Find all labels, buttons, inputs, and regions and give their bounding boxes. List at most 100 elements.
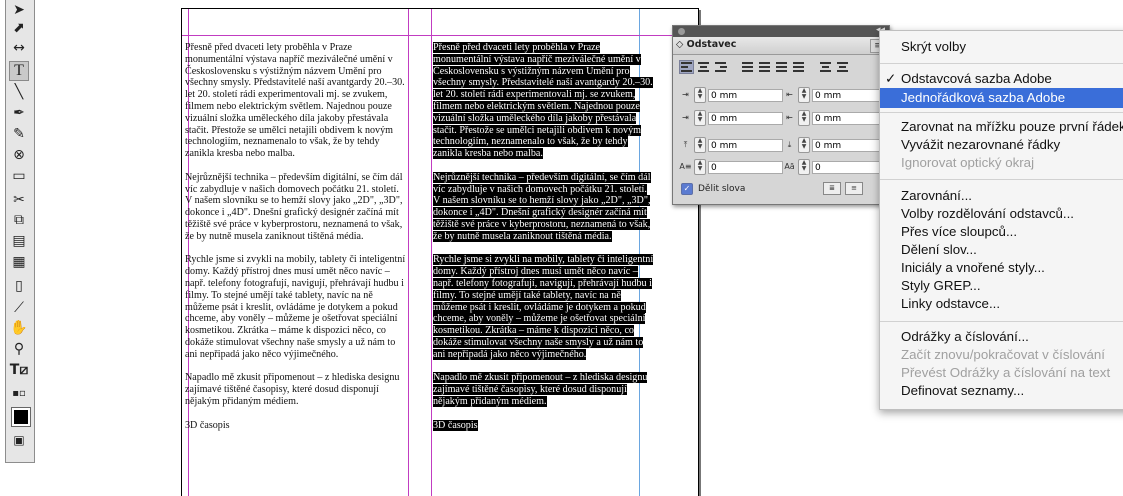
- subhead: 3D časopis: [185, 419, 230, 431]
- rectangle-tool-icon[interactable]: ▭: [9, 166, 29, 186]
- gradient-feather-tool-icon[interactable]: ▦: [9, 252, 29, 272]
- drop-cap-chars-field[interactable]: 0: [812, 160, 887, 174]
- tools-panel: ➤ ⬈ ↔ T ╲ ✒ ✎ ⊗ ▭ ✂ ⧉ ▤ ▦ ▯ ⟋ ✋ ⚲ T⧄ ▪▫ …: [0, 0, 36, 493]
- space-after-field[interactable]: 0 mm: [812, 138, 887, 152]
- eyedropper-tool-icon[interactable]: ⟋: [9, 298, 29, 318]
- menu-item-single-line-composer[interactable]: Jednořádková sazba Adobe: [880, 88, 1123, 108]
- panel-titlebar[interactable]: ◂◂: [673, 25, 889, 37]
- align-grid-icon[interactable]: ≡: [845, 182, 863, 195]
- scissors-tool-icon[interactable]: ✂: [9, 190, 29, 210]
- gradient-swatch-tool-icon[interactable]: ▤: [9, 231, 29, 251]
- apply-color-icon[interactable]: ▪▫: [9, 384, 29, 404]
- last-line-indent-control: ⇤ ▲ ▼ 0 mm: [783, 110, 887, 126]
- free-transform-tool-icon[interactable]: ⧉: [9, 210, 29, 230]
- align-right-icon[interactable]: [713, 60, 728, 74]
- space-after-icon: ⤓: [787, 140, 792, 149]
- last-line-indent-icon: ⇤: [786, 113, 793, 122]
- stepper[interactable]: ▲ ▼: [694, 137, 706, 153]
- align-left-icon[interactable]: [679, 60, 694, 74]
- menu-item-label: Převést Odrážky a číslování na text: [901, 365, 1111, 380]
- space-before-field[interactable]: 0 mm: [708, 138, 783, 152]
- stepper[interactable]: ▲ ▼: [798, 159, 810, 175]
- menu-item-balance-ragged[interactable]: Vyvážit nezarovnané řádky: [880, 135, 1123, 155]
- menu-item-label: Odstavcová sazba Adobe: [901, 71, 1052, 86]
- menu-item-label: Zarovnání...: [901, 188, 972, 203]
- last-line-indent-field[interactable]: 0 mm: [812, 111, 887, 125]
- menu-item-bullets-numbering[interactable]: Odrážky a číslování...: [880, 327, 1123, 347]
- pen-tool-icon[interactable]: ✒: [9, 103, 29, 123]
- first-line-indent-field[interactable]: 0 mm: [708, 111, 783, 125]
- menu-item-label: Vyvážit nezarovnané řádky: [901, 137, 1061, 152]
- menu-item-define-lists[interactable]: Definovat seznamy...: [880, 381, 1123, 401]
- align-away-spine-icon[interactable]: [835, 60, 850, 74]
- menu-item-span-columns[interactable]: Přes více sloupců...: [880, 222, 1123, 242]
- document-page: Přesně před dvaceti lety proběhla v Praz…: [181, 8, 699, 496]
- first-line-indent-control: ⇥ ▲ ▼ 0 mm: [679, 110, 783, 126]
- hand-tool-icon[interactable]: ✋: [9, 318, 29, 338]
- gap-tool-icon[interactable]: ↔: [9, 38, 29, 58]
- menu-item-label: Začít znovu/pokračovat v číslování: [901, 347, 1105, 362]
- drop-cap-chars-icon: Aā: [784, 162, 795, 171]
- hyphenate-checkbox[interactable]: ✓: [681, 183, 693, 195]
- menu-item-label: Jednořádková sazba Adobe: [901, 90, 1066, 105]
- selected-subhead: 3D časopis: [433, 419, 478, 431]
- menu-item-ignore-optical-margin[interactable]: Ignorovat optický okraj: [880, 153, 1123, 173]
- justify-center-icon[interactable]: [757, 60, 772, 74]
- menu-separator: [880, 63, 1123, 64]
- paragraph: Napadlo mě zkusit připomenout – z hledis…: [185, 372, 400, 407]
- menu-item-hyphenation[interactable]: Dělení slov...: [880, 240, 1123, 260]
- margin-guide-top: [182, 35, 698, 36]
- menu-item-paragraph-rules[interactable]: Linky odstavce...: [880, 294, 1123, 314]
- menu-item-grep-styles[interactable]: Styly GREP...: [880, 276, 1123, 296]
- space-after-control: ⤓ ▲ ▼ 0 mm: [783, 137, 887, 153]
- line-tool-icon[interactable]: ╲: [9, 82, 29, 102]
- paragraph: Nejrůznější technika – především digitál…: [185, 171, 403, 242]
- fill-stroke-icon[interactable]: T⧄: [9, 360, 29, 380]
- left-indent-field[interactable]: 0 mm: [708, 88, 783, 102]
- direct-selection-tool-icon[interactable]: ⬈: [9, 18, 29, 38]
- space-before-icon: ⤒: [683, 140, 688, 149]
- selected-paragraph: Rychle jsme si zvykli na mobily, tablety…: [433, 254, 654, 360]
- right-indent-field[interactable]: 0 mm: [812, 88, 887, 102]
- stepper[interactable]: ▲ ▼: [798, 87, 810, 103]
- type-tool-icon[interactable]: T: [9, 61, 29, 81]
- stepper[interactable]: ▲ ▼: [694, 110, 706, 126]
- align-toward-spine-icon[interactable]: [818, 60, 833, 74]
- menu-item-convert-bullets-to-text[interactable]: Převést Odrážky a číslování na text: [880, 363, 1123, 383]
- fill-swatch-icon[interactable]: [11, 407, 31, 427]
- text-frame-right-selected[interactable]: Přesně před dvaceti lety proběhla v Praz…: [433, 42, 655, 431]
- ellipse-frame-tool-icon[interactable]: ⊗: [9, 145, 29, 165]
- menu-separator: [880, 321, 1123, 322]
- justify-right-icon[interactable]: [774, 60, 789, 74]
- menu-item-keep-options[interactable]: Volby rozdělování odstavců...: [880, 204, 1123, 224]
- justify-all-icon[interactable]: [791, 60, 806, 74]
- justify-left-icon[interactable]: [740, 60, 755, 74]
- drop-cap-chars-control: Aā ▲ ▼ 0: [783, 159, 887, 175]
- menu-item-drop-caps-nested-styles[interactable]: Iniciály a vnořené styly...: [880, 258, 1123, 278]
- stepper[interactable]: ▲ ▼: [694, 87, 706, 103]
- selection-tool-icon[interactable]: ➤: [9, 0, 29, 20]
- menu-item-paragraph-composer[interactable]: ✓ Odstavcová sazba Adobe: [880, 69, 1123, 89]
- text-frame-left[interactable]: Přesně před dvaceti lety proběhla v Praz…: [185, 42, 407, 431]
- stepper[interactable]: ▲ ▼: [798, 110, 810, 126]
- drop-cap-lines-control: A≡ ▲ ▼ 0: [679, 159, 783, 175]
- stepper[interactable]: ▲ ▼: [694, 159, 706, 175]
- alignment-buttons: [679, 60, 850, 76]
- pencil-tool-icon[interactable]: ✎: [9, 124, 29, 144]
- close-icon[interactable]: [678, 28, 685, 35]
- menu-item-align-to-grid[interactable]: Zarovnat na mřížku pouze první řádek: [880, 117, 1123, 137]
- menu-item-label: Styly GREP...: [901, 278, 981, 293]
- drop-cap-lines-field[interactable]: 0: [708, 160, 783, 174]
- align-center-icon[interactable]: [696, 60, 711, 74]
- zoom-tool-icon[interactable]: ⚲: [9, 339, 29, 359]
- view-mode-icon[interactable]: ▣: [9, 430, 29, 450]
- note-tool-icon[interactable]: ▯: [9, 276, 29, 296]
- tab-paragraph[interactable]: ◇ Odstavec: [676, 39, 736, 50]
- panel-tab-row: ◇ Odstavec ≡: [673, 37, 889, 55]
- menu-item-restart-numbering[interactable]: Začít znovu/pokračovat v číslování: [880, 345, 1123, 365]
- stepper[interactable]: ▲ ▼: [798, 137, 810, 153]
- do-not-align-grid-icon[interactable]: ≣: [823, 182, 841, 195]
- menu-item-justification[interactable]: Zarovnání...: [880, 186, 1123, 206]
- menu-item-hide-options[interactable]: Skrýt volby: [880, 37, 1123, 57]
- left-indent-control: ⇥ ▲ ▼ 0 mm: [679, 87, 783, 103]
